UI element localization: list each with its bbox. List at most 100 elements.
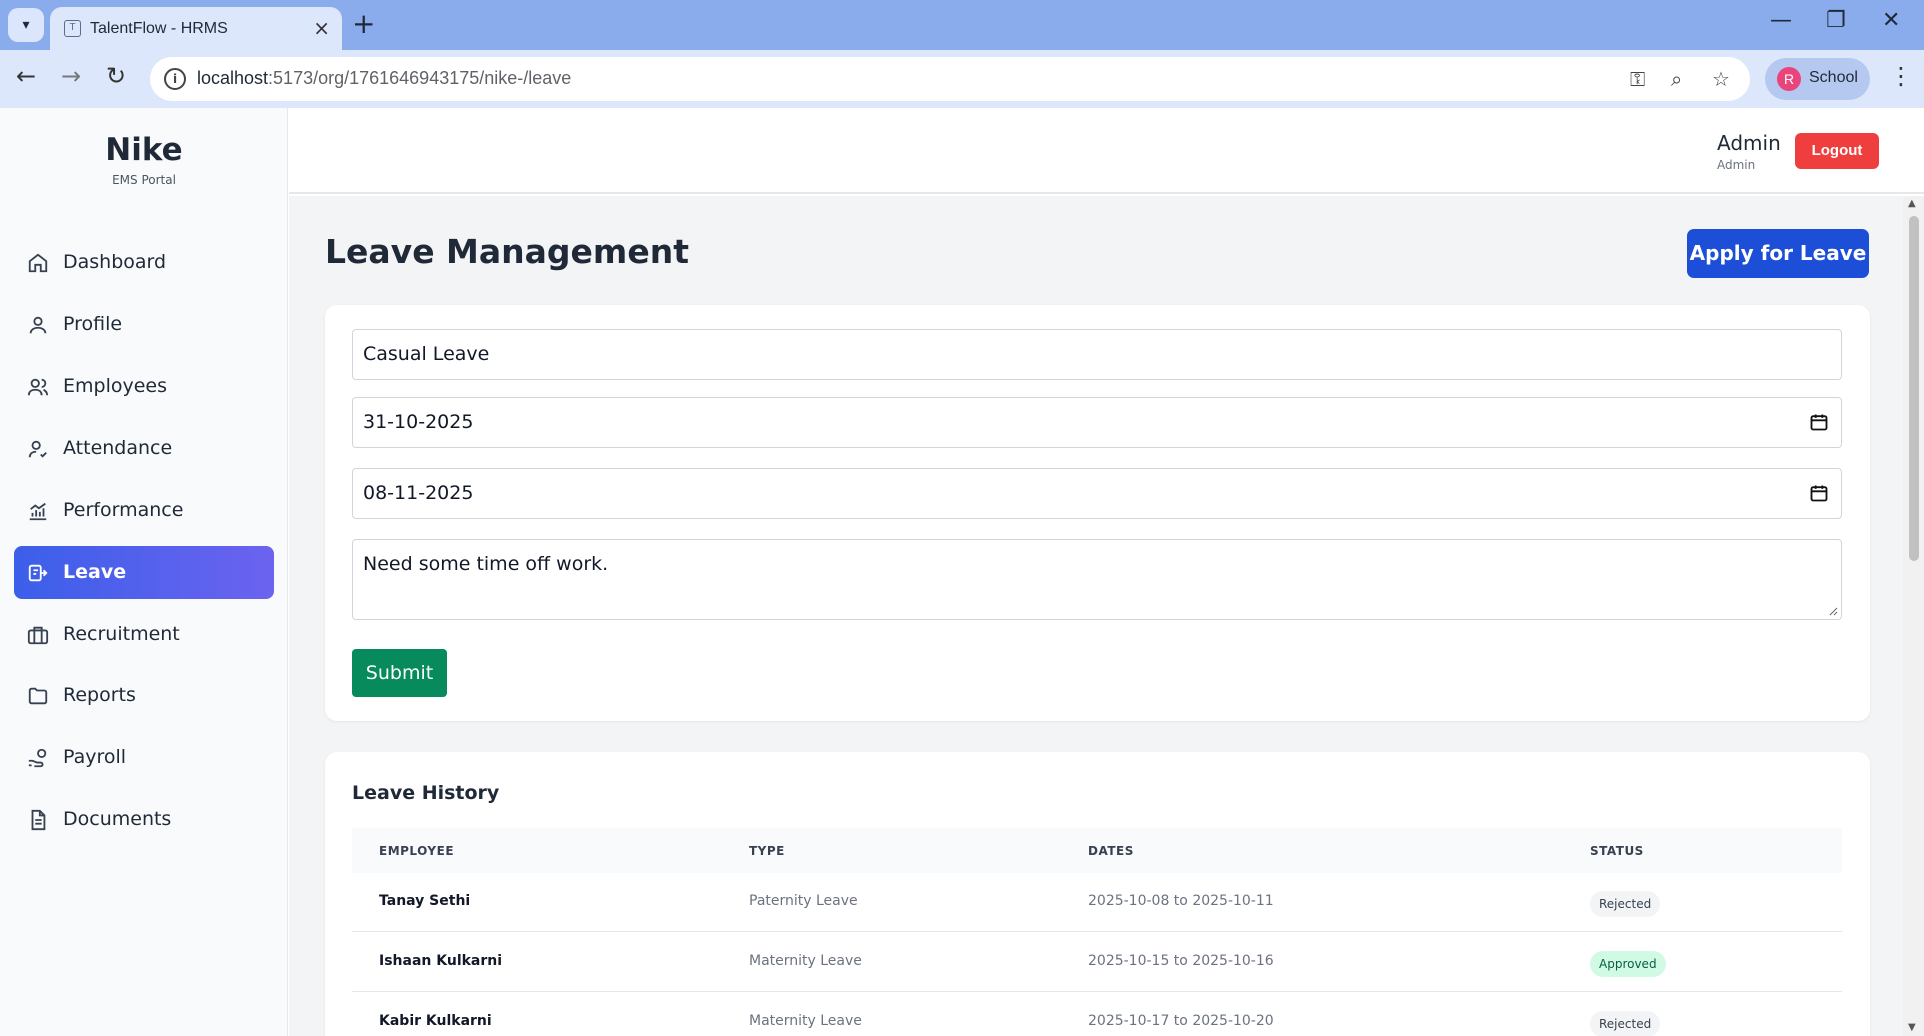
sidebar-item-attendance[interactable]: Attendance — [14, 422, 274, 475]
sidebar-item-label: Recruitment — [63, 623, 180, 645]
employee-cell: Tanay Sethi — [379, 893, 471, 909]
tab-title: TalentFlow - HRMS — [90, 20, 228, 37]
avatar: R — [1777, 67, 1801, 91]
browser-tab[interactable]: T TalentFlow - HRMS × — [50, 7, 342, 50]
briefcase-icon — [27, 626, 49, 645]
chevron-down-icon: ▾ — [22, 17, 30, 33]
leave-icon — [28, 564, 48, 582]
reload-icon[interactable]: ↻ — [106, 62, 126, 90]
user-check-icon — [28, 440, 47, 458]
column-header-dates: DATES — [1088, 844, 1134, 858]
type-cell: Maternity Leave — [749, 1013, 862, 1029]
leave-history-card: Leave History EMPLOYEE TYPE DATES STATUS… — [325, 752, 1870, 1036]
profile-button[interactable]: R School — [1765, 58, 1870, 100]
sidebar-item-documents[interactable]: Documents — [14, 793, 274, 846]
key-icon[interactable]: ⚿ — [1630, 67, 1645, 91]
reason-textarea[interactable]: Need some time off work. — [352, 539, 1842, 620]
end-date-input[interactable]: 08-11-2025 — [352, 468, 1842, 519]
user-icon — [29, 316, 47, 334]
status-badge: Rejected — [1590, 891, 1661, 917]
sidebar-item-label: Profile — [63, 313, 123, 335]
scrollbar-thumb[interactable] — [1909, 216, 1919, 561]
sidebar-item-performance[interactable]: Performance — [14, 484, 274, 537]
site-info-icon[interactable]: i — [164, 68, 186, 90]
more-menu-icon[interactable]: ⋮ — [1889, 62, 1913, 90]
home-icon — [28, 253, 48, 273]
sidebar-item-label: Attendance — [63, 437, 173, 459]
sidebar-item-payroll[interactable]: Payroll — [14, 731, 274, 784]
app-header: Admin Admin Logout — [289, 108, 1924, 194]
start-date-input[interactable]: 31-10-2025 — [352, 397, 1842, 448]
sidebar-item-recruitment[interactable]: Recruitment — [14, 608, 274, 661]
sidebar-item-label: Dashboard — [63, 251, 167, 273]
reason-value: Need some time off work. — [363, 553, 609, 575]
main-content: Leave Management Apply for Leave Casual … — [289, 196, 1903, 1036]
leave-history-title: Leave History — [352, 782, 500, 804]
browser-tabstrip: ▾ T TalentFlow - HRMS × + — ❐ ✕ — [0, 0, 1924, 50]
scroll-down-icon[interactable]: ▼ — [1908, 1022, 1916, 1033]
scroll-up-icon[interactable]: ▲ — [1908, 198, 1916, 209]
folder-icon — [28, 687, 48, 705]
sidebar-item-label: Leave — [63, 561, 127, 583]
dates-cell: 2025-10-08 to 2025-10-11 — [1088, 893, 1274, 909]
sidebar-item-label: Reports — [63, 684, 136, 706]
restore-icon[interactable]: ❐ — [1826, 8, 1846, 33]
close-window-icon[interactable]: ✕ — [1882, 8, 1900, 33]
address-bar[interactable]: i localhost:5173/org/1761646943175/nike-… — [150, 57, 1750, 101]
table-row: Kabir Kulkarni Maternity Leave 2025-10-1… — [352, 993, 1842, 1036]
sidebar-item-leave[interactable]: Leave — [14, 546, 274, 599]
user-name: Admin — [1717, 131, 1781, 155]
start-date-value: 31-10-2025 — [363, 411, 474, 433]
user-role: Admin — [1717, 158, 1756, 172]
column-header-status: STATUS — [1590, 844, 1644, 858]
url-text[interactable]: localhost:5173/org/1761646943175/nike-/l… — [197, 68, 571, 89]
type-cell: Maternity Leave — [749, 953, 862, 969]
table-header: EMPLOYEE TYPE DATES STATUS — [352, 828, 1842, 873]
leave-type-select[interactable]: Casual Leave — [352, 329, 1842, 380]
close-tab-icon[interactable]: × — [313, 16, 330, 40]
sidebar-item-profile[interactable]: Profile — [14, 298, 274, 351]
minimize-icon[interactable]: — — [1770, 8, 1792, 33]
brand-subtitle: EMS Portal — [112, 173, 176, 187]
logout-button[interactable]: Logout — [1795, 133, 1879, 169]
leave-type-value: Casual Leave — [363, 343, 490, 365]
users-icon — [27, 378, 49, 396]
forward-arrow-icon[interactable]: → — [61, 62, 81, 90]
calendar-icon[interactable] — [1809, 412, 1829, 432]
chart-icon — [29, 502, 47, 521]
sidebar: Nike EMS Portal Dashboard Profile Employ… — [0, 108, 288, 1036]
bookmark-star-icon[interactable]: ☆ — [1712, 67, 1730, 91]
zoom-icon[interactable]: ⌕ — [1671, 67, 1682, 91]
tab-list-button[interactable]: ▾ — [8, 8, 44, 42]
status-badge: Approved — [1590, 951, 1666, 977]
sidebar-item-label: Payroll — [63, 746, 127, 768]
apply-for-leave-button[interactable]: Apply for Leave — [1687, 229, 1869, 278]
profile-label: School — [1809, 69, 1858, 86]
sidebar-item-label: Documents — [63, 808, 172, 830]
browser-toolbar: ← → ↻ i localhost:5173/org/1761646943175… — [0, 50, 1924, 108]
new-tab-button[interactable]: + — [352, 8, 375, 40]
column-header-type: TYPE — [749, 844, 785, 858]
favicon-icon: T — [64, 20, 81, 37]
submit-button[interactable]: Submit — [352, 649, 447, 697]
calendar-icon[interactable] — [1809, 483, 1829, 503]
sidebar-item-employees[interactable]: Employees — [14, 360, 274, 413]
type-cell: Paternity Leave — [749, 893, 858, 909]
page-title: Leave Management — [325, 232, 689, 271]
leave-form-card: Casual Leave 31-10-2025 08-11-2025 Need … — [325, 305, 1870, 721]
sidebar-item-label: Employees — [63, 375, 167, 397]
employee-cell: Kabir Kulkarni — [379, 1013, 492, 1029]
sidebar-item-dashboard[interactable]: Dashboard — [14, 236, 274, 289]
hand-coins-icon — [28, 748, 47, 768]
brand-name: Nike — [105, 132, 183, 168]
employee-cell: Ishaan Kulkarni — [379, 953, 503, 969]
back-arrow-icon[interactable]: ← — [16, 62, 36, 90]
end-date-value: 08-11-2025 — [363, 482, 474, 504]
dates-cell: 2025-10-17 to 2025-10-20 — [1088, 1013, 1274, 1029]
resize-handle-icon[interactable] — [1828, 606, 1838, 616]
sidebar-item-reports[interactable]: Reports — [14, 669, 274, 722]
document-icon — [31, 809, 46, 831]
column-header-employee: EMPLOYEE — [379, 844, 455, 858]
table-row: Tanay Sethi Paternity Leave 2025-10-08 t… — [352, 873, 1842, 932]
page-scrollbar[interactable]: ▲ ▼ — [1903, 196, 1924, 1036]
